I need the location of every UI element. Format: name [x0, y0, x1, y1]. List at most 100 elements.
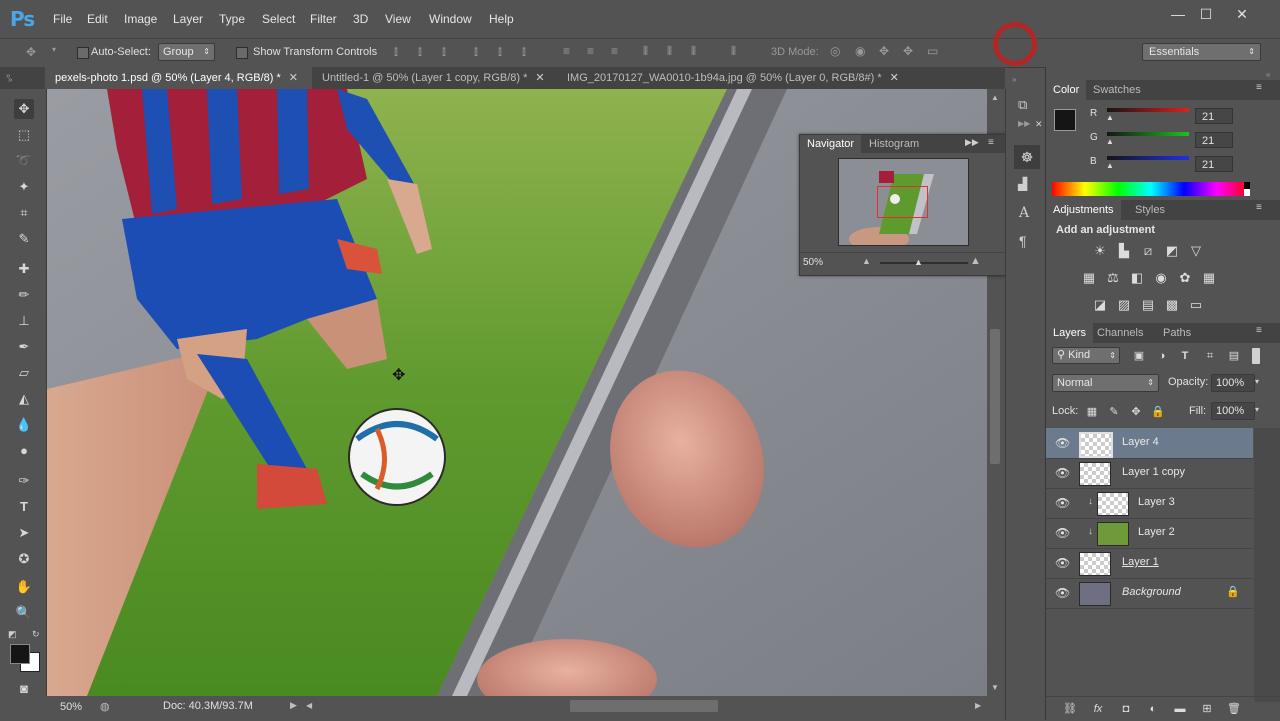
tab-navigator[interactable]: Navigator — [800, 135, 862, 153]
g-slider-thumb-icon[interactable]: ▲ — [1106, 137, 1114, 146]
align-vcenter-icon[interactable]: ⫾ — [418, 44, 422, 59]
visibility-eye-icon[interactable]: 👁 — [1055, 436, 1070, 450]
lock-pixels-icon[interactable]: ✎ — [1106, 404, 1122, 420]
zoom-in-icon[interactable]: ▲ — [970, 255, 981, 267]
eyedropper-tool-icon[interactable]: ✎ — [14, 229, 34, 249]
brush-tool-icon[interactable]: ✏ — [14, 285, 34, 305]
tab-document-1[interactable]: pexels-photo 1.psd @ 50% (Layer 4, RGB/8… — [45, 67, 312, 89]
layer-row-layer-1[interactable]: 👁 Layer 1 — [1046, 548, 1253, 579]
selective-color-icon[interactable]: ▩ — [1164, 297, 1180, 313]
align-hcenter-icon[interactable]: ⫾ — [498, 44, 502, 59]
scroll-left-icon[interactable]: ◀ — [306, 701, 312, 710]
gradient-map-icon[interactable]: ▭ — [1188, 297, 1204, 313]
zoom-out-icon[interactable]: ▲ — [862, 256, 871, 266]
opacity-value[interactable]: 100% — [1211, 374, 1255, 392]
dock-expand-icon[interactable]: ▶▶ — [1018, 119, 1030, 128]
g-channel-slider[interactable] — [1107, 132, 1189, 136]
path-selection-tool-icon[interactable]: ➤ — [14, 523, 34, 543]
color-balance-icon[interactable]: ⚖ — [1105, 270, 1121, 286]
r-channel-slider[interactable] — [1107, 108, 1189, 112]
navigator-preview[interactable] — [838, 158, 969, 246]
spectrum-black-swatch[interactable] — [1244, 182, 1250, 189]
tab-layers[interactable]: Layers — [1046, 323, 1094, 343]
distribute-hcenter-icon[interactable]: ⫴ — [667, 44, 672, 59]
auto-align-icon[interactable]: ⫴ — [731, 44, 736, 59]
photo-filter-icon[interactable]: ◉ — [1153, 270, 1169, 286]
tab-color[interactable]: Color — [1046, 80, 1087, 100]
vertical-scroll-thumb[interactable] — [990, 329, 1000, 464]
layer-row-layer-3[interactable]: 👁 ↓ Layer 3 — [1046, 488, 1253, 519]
zoom-tool-icon[interactable]: 🔍 — [14, 603, 34, 623]
maximize-button[interactable]: ☐ — [1193, 4, 1219, 24]
curves-icon[interactable]: ⧄ — [1140, 243, 1156, 259]
color-spectrum-bar[interactable] — [1052, 182, 1250, 196]
navigator-slider-thumb-icon[interactable]: ▲ — [914, 257, 923, 267]
tab-histogram[interactable]: Histogram — [862, 135, 926, 153]
character-panel-icon[interactable]: A — [1019, 205, 1029, 221]
visibility-eye-icon[interactable]: 👁 — [1055, 526, 1070, 540]
scroll-down-icon[interactable]: ▼ — [991, 683, 999, 692]
opacity-chevron-icon[interactable]: ▾ — [1255, 377, 1259, 386]
filter-toggle[interactable] — [1252, 348, 1260, 364]
panel-menu-icon[interactable]: ≡ — [1256, 82, 1262, 93]
threshold-icon[interactable]: ▤ — [1140, 297, 1156, 313]
dodge-tool-icon[interactable]: ● — [14, 441, 34, 461]
expand-panel-icon[interactable]: ▶▶ — [965, 137, 979, 148]
color-lookup-icon[interactable]: ▦ — [1201, 270, 1217, 286]
horizontal-scroll-thumb[interactable] — [570, 700, 718, 712]
invert-icon[interactable]: ◪ — [1092, 297, 1108, 313]
paint-bucket-tool-icon[interactable]: ◭ — [14, 389, 34, 409]
fill-value[interactable]: 100% — [1211, 402, 1255, 420]
posterize-icon[interactable]: ▨ — [1116, 297, 1132, 313]
minimize-button[interactable]: — — [1165, 4, 1191, 24]
layer-row-layer-2[interactable]: 👁 ↓ Layer 2 — [1046, 518, 1253, 549]
tools-collapse-icon[interactable]: » — [8, 75, 12, 84]
filter-type-icon[interactable]: T — [1177, 348, 1193, 364]
new-layer-icon[interactable]: ⊞ — [1199, 701, 1215, 717]
blend-mode-dropdown[interactable]: Normal ⇕ — [1052, 374, 1159, 392]
menu-window[interactable]: Window — [429, 12, 472, 26]
status-info-icon[interactable]: ◍ — [100, 700, 110, 713]
tool-preset-chevron-icon[interactable]: ▾ — [52, 45, 56, 54]
navigator-view-box[interactable] — [877, 186, 928, 218]
new-group-icon[interactable]: ▬ — [1172, 701, 1188, 717]
b-channel-value[interactable]: 21 — [1195, 156, 1233, 172]
navigator-zoom-slider[interactable] — [880, 262, 968, 264]
move-tool-icon[interactable]: ✥ — [14, 99, 34, 119]
panel-menu-icon[interactable]: ≡ — [1256, 325, 1262, 336]
auto-select-dropdown[interactable]: Group ⇕ — [158, 43, 215, 61]
eraser-tool-icon[interactable]: ▱ — [14, 363, 34, 383]
show-transform-checkbox[interactable] — [236, 47, 248, 59]
layer-row-background[interactable]: 👁 Background 🔒 — [1046, 578, 1253, 609]
scroll-right-icon[interactable]: ▶ — [975, 701, 981, 710]
crop-tool-icon[interactable]: ⌗ — [14, 203, 34, 223]
layer-style-icon[interactable]: fx — [1090, 701, 1106, 717]
distribute-vcenter-icon[interactable]: ≡ — [587, 44, 594, 58]
visibility-eye-icon[interactable]: 👁 — [1055, 556, 1070, 570]
lock-position-icon[interactable]: ✥ — [1128, 404, 1144, 420]
shape-tool-icon[interactable]: ✪ — [14, 549, 34, 569]
layer-filter-dropdown[interactable]: ⚲ Kind ⇕ — [1052, 347, 1120, 364]
auto-select-checkbox[interactable] — [77, 47, 89, 59]
close-tab-icon[interactable]: ✕ — [289, 72, 298, 84]
tab-document-2[interactable]: Untitled-1 @ 50% (Layer 1 copy, RGB/8) *… — [312, 67, 557, 89]
vibrance-icon[interactable]: ▽ — [1188, 243, 1204, 259]
quick-select-tool-icon[interactable]: ✦ — [14, 177, 34, 197]
panels-collapse-icon[interactable]: « — [1266, 70, 1270, 79]
exposure-icon[interactable]: ◩ — [1164, 243, 1180, 259]
b-channel-slider[interactable] — [1107, 156, 1189, 160]
tab-styles[interactable]: Styles — [1128, 200, 1172, 220]
clone-stamp-tool-icon[interactable]: ⊥ — [14, 311, 34, 331]
lasso-tool-icon[interactable]: ➰ — [14, 151, 34, 171]
align-right-icon[interactable]: ⫾ — [522, 44, 526, 59]
layer-row-layer-4[interactable]: 👁 Layer 4 — [1046, 428, 1253, 459]
align-top-icon[interactable]: ⫾ — [394, 44, 398, 59]
3d-roll-icon[interactable]: ◉ — [855, 44, 865, 58]
fill-chevron-icon[interactable]: ▾ — [1255, 405, 1259, 414]
move-tool-icon[interactable]: ✥ — [26, 45, 36, 59]
histogram-panel-icon[interactable]: ▟ — [1018, 177, 1027, 191]
visibility-eye-icon[interactable]: 👁 — [1055, 466, 1070, 480]
add-mask-icon[interactable]: ◘ — [1118, 701, 1134, 717]
distribute-left-icon[interactable]: ⫴ — [643, 44, 648, 59]
lock-all-icon[interactable]: 🔒 — [1150, 404, 1166, 420]
